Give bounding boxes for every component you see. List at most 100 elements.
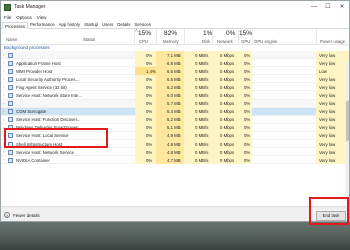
menu-options[interactable]: Options bbox=[16, 15, 32, 20]
gpu-percent: 15% bbox=[239, 30, 253, 37]
column-gpu-engine[interactable]: GPU engine bbox=[254, 39, 277, 44]
process-power: Very low bbox=[319, 133, 336, 139]
process-cpu: 0% bbox=[146, 109, 153, 115]
vertical-scrollbar[interactable] bbox=[345, 61, 349, 201]
process-network: 0 Mbps bbox=[220, 157, 235, 163]
process-row[interactable]: › COM Surrogate 0% 5.4 MB 0 MB/s 0 Mbps 0% Very… bbox=[1, 107, 349, 116]
process-gpu: 0% bbox=[244, 157, 251, 163]
column-name[interactable]: Name bbox=[6, 37, 17, 42]
tab-users[interactable]: Users bbox=[100, 21, 115, 28]
process-network: 0 Mbps bbox=[220, 109, 235, 115]
process-row[interactable]: › WMI Provider Host 1.4% 6.6 MB 0 MB/s 0 Mbps… bbox=[1, 67, 349, 76]
process-name: WMI Provider Host bbox=[16, 68, 53, 74]
process-row[interactable]: › Service Host: Function Discover... 0% 5.2… bbox=[1, 115, 349, 124]
column-memory[interactable]: Memory bbox=[163, 39, 179, 44]
process-network: 0 Mbps bbox=[220, 92, 235, 98]
process-network: 0 Mbps bbox=[220, 101, 235, 107]
fewer-details-button[interactable]: ˄ Fewer details bbox=[4, 212, 40, 218]
expand-chevron-icon[interactable]: › bbox=[3, 52, 4, 57]
menu-file[interactable]: File bbox=[4, 15, 11, 20]
column-cpu[interactable]: CPU bbox=[139, 39, 148, 44]
maximize-button[interactable]: ☐ bbox=[321, 1, 335, 13]
process-row[interactable]: › NVIDIA Container 0% 4.7 MB 0 MB/s 0 Mbps 0% V… bbox=[1, 156, 349, 165]
close-button[interactable]: ✕ bbox=[335, 1, 349, 13]
process-cpu: 0% bbox=[146, 141, 153, 147]
expand-chevron-icon[interactable]: › bbox=[3, 101, 4, 106]
menu-view[interactable]: View bbox=[37, 15, 47, 20]
process-cpu: 0% bbox=[146, 117, 153, 123]
process-cpu: 0% bbox=[146, 92, 153, 98]
tab-details[interactable]: Details bbox=[115, 21, 132, 28]
process-memory: 5.4 MB bbox=[167, 109, 181, 115]
process-row[interactable]: › Application Frame Host 0% 6.8 MB 0 MB/s 0 M… bbox=[1, 59, 349, 68]
process-cpu: 0% bbox=[146, 125, 153, 131]
column-network[interactable]: Network bbox=[217, 39, 233, 44]
process-icon bbox=[8, 76, 13, 82]
process-gpu: 0% bbox=[244, 52, 251, 58]
column-power-usage[interactable]: Power usage bbox=[320, 39, 345, 44]
expand-chevron-icon[interactable]: › bbox=[3, 76, 4, 81]
process-gpu: 0% bbox=[244, 133, 251, 139]
process-memory: 6.6 MB bbox=[167, 68, 181, 74]
process-disk: 0 MB/s bbox=[195, 84, 209, 90]
process-memory: 6.0 MB bbox=[167, 92, 181, 98]
process-icon bbox=[8, 84, 13, 90]
process-row[interactable]: › Fing Agent Service (32 bit) 0% 6.2 MB 0 MB… bbox=[1, 83, 349, 92]
process-disk: 0 MB/s bbox=[195, 60, 209, 66]
window-title: Task Manager bbox=[14, 4, 46, 10]
process-row[interactable]: › Local Security Authority Proces... 0% 6.5… bbox=[1, 75, 349, 84]
process-memory: 4.9 MB bbox=[167, 141, 181, 147]
tab-processes[interactable]: Processes bbox=[2, 22, 29, 29]
process-row[interactable]: › 0% 7.1 MB 0 MB/s 0 Mbps 0% Very low bbox=[1, 51, 349, 60]
column-gpu[interactable]: GPU bbox=[241, 39, 250, 44]
process-network: 0 Mbps bbox=[220, 52, 235, 58]
process-memory: 6.2 MB bbox=[167, 84, 181, 90]
expand-chevron-icon[interactable]: › bbox=[3, 92, 4, 97]
process-power: Very low bbox=[319, 149, 336, 155]
process-memory: 4.7 MB bbox=[167, 157, 181, 163]
process-gpu: 0% bbox=[244, 76, 251, 82]
process-power: Very low bbox=[319, 125, 336, 131]
fewer-details-label: Fewer details bbox=[13, 212, 40, 218]
tab-services[interactable]: Services bbox=[132, 21, 152, 28]
expand-chevron-icon[interactable]: › bbox=[3, 84, 4, 89]
process-network: 0 Mbps bbox=[220, 68, 235, 74]
process-name: Service Host: Network Service bbox=[16, 149, 75, 155]
task-manager-window: Task Manager — ☐ ✕ File Options View Pro… bbox=[0, 0, 350, 222]
expand-chevron-icon[interactable]: › bbox=[3, 109, 4, 114]
tab-performance[interactable]: Performance bbox=[28, 21, 57, 28]
expand-chevron-icon[interactable]: › bbox=[3, 60, 4, 65]
process-network: 0 Mbps bbox=[220, 133, 235, 139]
process-disk: 0 MB/s bbox=[195, 76, 209, 82]
process-gpu: 0% bbox=[244, 149, 251, 155]
tab-bar: Processes Performance App history Startu… bbox=[1, 21, 349, 29]
process-name: Fing Agent Service (32 bit) bbox=[16, 84, 67, 90]
process-memory: 5.2 MB bbox=[167, 117, 181, 123]
column-disk[interactable]: Disk bbox=[202, 39, 210, 44]
process-name: Service Host: Network Store Inte... bbox=[16, 92, 82, 98]
process-row[interactable]: › 0% 5.7 MB 0 MB/s 0 Mbps 0% Very low bbox=[1, 99, 349, 108]
expand-chevron-icon[interactable]: › bbox=[3, 117, 4, 122]
process-network: 0 Mbps bbox=[220, 117, 235, 123]
process-memory: 6.8 MB bbox=[167, 60, 181, 66]
expand-chevron-icon[interactable]: › bbox=[3, 68, 4, 73]
process-name: Service Host: Function Discover... bbox=[16, 117, 81, 123]
expand-chevron-icon[interactable]: › bbox=[3, 149, 4, 154]
process-power: Very low bbox=[319, 60, 336, 66]
process-icon bbox=[8, 60, 13, 66]
process-memory: 7.1 MB bbox=[167, 52, 181, 58]
tab-app-history[interactable]: App history bbox=[57, 21, 83, 28]
process-row[interactable]: › Service Host: Network Service 0% 4.8 MB 0 … bbox=[1, 148, 349, 157]
process-gpu: 0% bbox=[244, 84, 251, 90]
process-icon bbox=[8, 101, 13, 107]
column-status[interactable]: Status bbox=[83, 37, 95, 42]
process-row[interactable]: › Service Host: Network Store Inte... 0% 6.… bbox=[1, 91, 349, 100]
tab-startup[interactable]: Startup bbox=[82, 21, 100, 28]
process-memory: 4.8 MB bbox=[167, 149, 181, 155]
minimize-button[interactable]: — bbox=[307, 1, 321, 13]
expand-chevron-icon[interactable]: › bbox=[3, 157, 4, 162]
title-bar: Task Manager — ☐ ✕ bbox=[1, 1, 349, 13]
process-disk: 0 MB/s bbox=[195, 141, 209, 147]
memory-percent: 82% bbox=[164, 30, 178, 37]
scrollbar-thumb[interactable] bbox=[345, 101, 349, 141]
